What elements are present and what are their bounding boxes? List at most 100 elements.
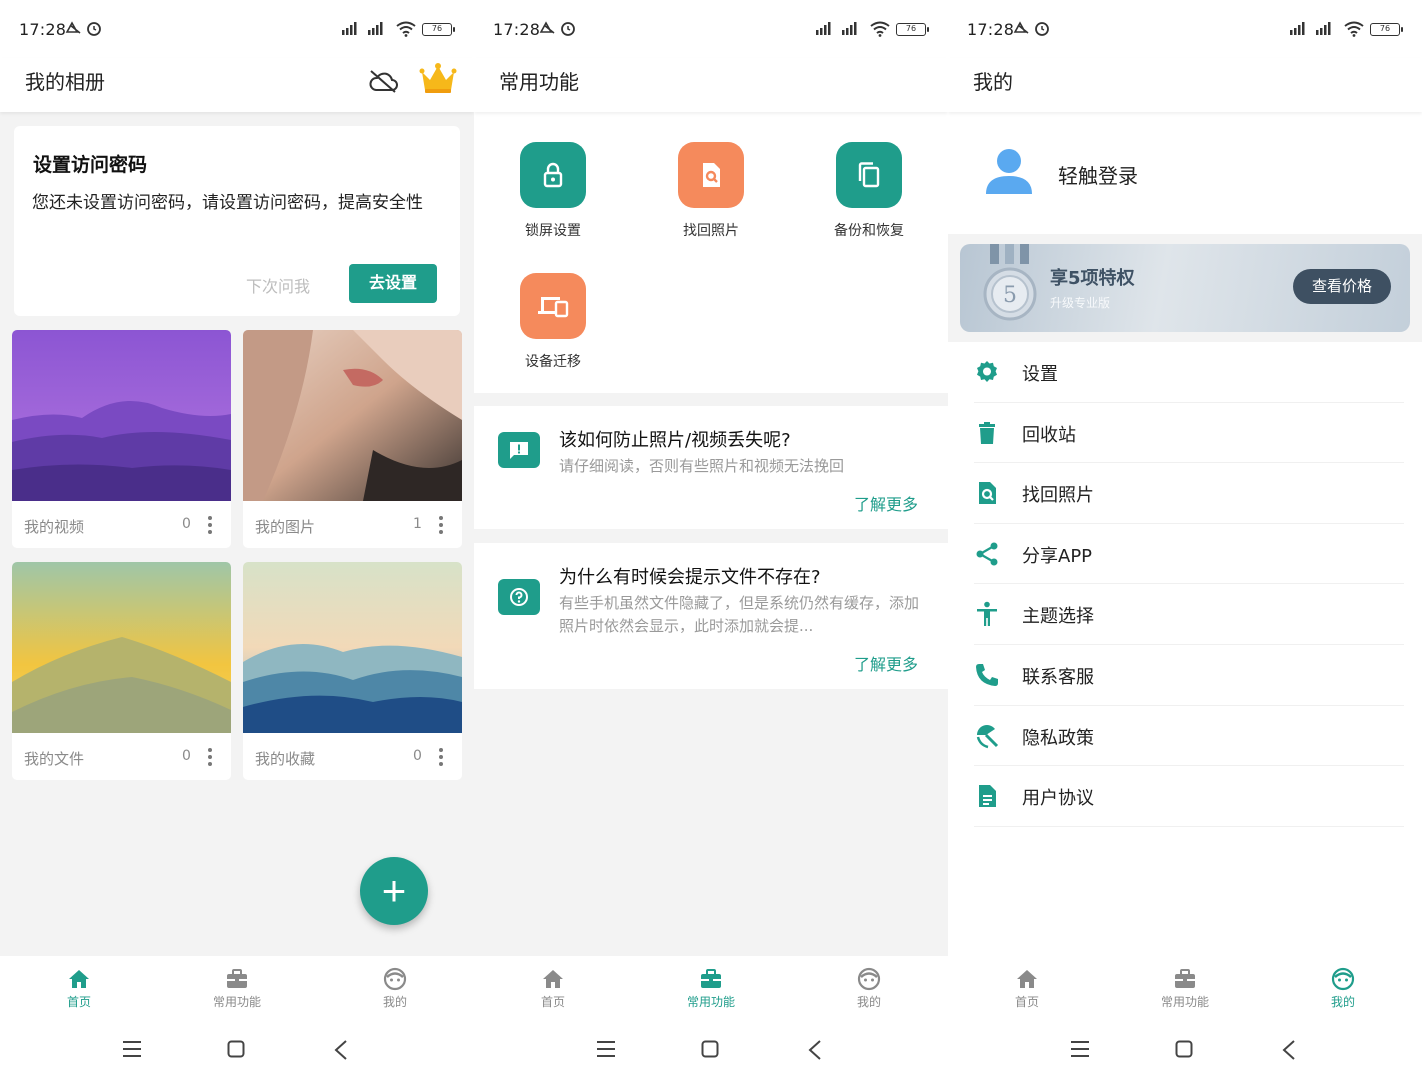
menu-icon[interactable]: [122, 1040, 142, 1058]
system-nav: [948, 1018, 1422, 1080]
faq-answer: 有些手机虽然文件隐藏了，但是系统仍然有缓存，添加照片时依然会显示，此时添加就会提…: [559, 594, 920, 635]
menu-icon[interactable]: [596, 1040, 616, 1058]
menu-label: 用户协议: [1022, 788, 1094, 810]
tab-functions[interactable]: 常用功能: [1106, 956, 1264, 1018]
signal-icon: [1290, 22, 1331, 35]
ask-later-button[interactable]: 下次问我: [246, 273, 310, 297]
status-time: 17:28: [19, 20, 67, 39]
album-pictures[interactable]: 我的图片 1: [243, 330, 462, 548]
bottom-nav: 首页 常用功能 我的: [948, 956, 1422, 1018]
faq-question: 为什么有时候会提示文件不存在?: [559, 567, 821, 588]
lock-icon: [520, 142, 586, 208]
back-icon[interactable]: [334, 1040, 348, 1060]
faq-card[interactable]: 该如何防止照片/视频丢失呢? 请仔细阅读，否则有些照片和视频无法挽回 了解更多: [474, 406, 948, 529]
function-label: 备份和恢复: [834, 223, 904, 239]
app-bar: 我的: [948, 58, 1422, 112]
album-videos[interactable]: 我的视频 0: [12, 330, 231, 548]
system-nav: [0, 1018, 474, 1080]
settings-menu: 设置 回收站 找回照片 分享APP 主题选择 联系客服 隐私政策 用户协议: [948, 342, 1422, 827]
function-lock-screen[interactable]: 锁屏设置: [488, 142, 618, 240]
album-favorites[interactable]: 我的收藏 0: [243, 562, 462, 780]
signal-icon: [342, 22, 383, 35]
devices-icon: [520, 273, 586, 339]
password-card-title: 设置访问密码: [33, 154, 148, 176]
function-recover-photos[interactable]: 找回照片: [646, 142, 776, 240]
wifi-icon: [1344, 21, 1364, 37]
file-search-icon: [678, 142, 744, 208]
vip-banner[interactable]: 5 享5项特权 升级专业版 查看价格: [960, 244, 1410, 332]
battery-indicator: 76: [422, 22, 455, 36]
avatar: [986, 149, 1032, 194]
briefcase-icon: [701, 969, 721, 988]
status-right: 76: [816, 21, 929, 37]
function-label: 找回照片: [683, 223, 739, 239]
tab-functions[interactable]: 常用功能: [632, 956, 790, 1018]
menu-item-recover-photos[interactable]: 找回照片: [974, 463, 1404, 524]
share-icon: [976, 542, 998, 566]
tab-home[interactable]: 首页: [0, 956, 158, 1018]
home-square-icon[interactable]: [1175, 1040, 1193, 1058]
tab-home[interactable]: 首页: [948, 956, 1106, 1018]
tab-mine[interactable]: 我的: [790, 956, 948, 1018]
function-grid: 锁屏设置 找回照片 备份和恢复 设备迁移: [474, 112, 948, 393]
cloud-off-icon[interactable]: [367, 68, 399, 94]
phone-icon: [976, 663, 998, 686]
menu-item-settings[interactable]: 设置: [974, 342, 1404, 403]
more-vert-icon[interactable]: [435, 746, 447, 768]
document-icon: [979, 785, 996, 808]
menu-item-theme[interactable]: 主题选择: [974, 584, 1404, 645]
add-album-button[interactable]: +: [360, 857, 428, 925]
tab-mine[interactable]: 我的: [316, 956, 474, 1018]
screen-home: 17:28 76 我的相册 设置访问密码 您还未设置访问密码，请设置访问密码，提…: [0, 0, 474, 1080]
wifi-icon: [870, 21, 890, 37]
faq-card[interactable]: 为什么有时候会提示文件不存在? 有些手机虽然文件隐藏了，但是系统仍然有缓存，添加…: [474, 543, 948, 689]
medal-icon: 5: [983, 244, 1037, 321]
album-files[interactable]: 我的文件 0: [12, 562, 231, 780]
menu-label: 找回照片: [1022, 485, 1094, 507]
trash-icon: [979, 421, 995, 444]
password-card-desc: 您还未设置访问密码，请设置访问密码，提高安全性: [32, 193, 423, 213]
function-backup-restore[interactable]: 备份和恢复: [804, 142, 934, 240]
signal-icon: [816, 22, 857, 35]
login-row[interactable]: 轻触登录: [948, 112, 1422, 234]
tab-home[interactable]: 首页: [474, 956, 632, 1018]
home-square-icon[interactable]: [227, 1040, 245, 1058]
back-icon[interactable]: [1282, 1040, 1296, 1060]
go-setup-button[interactable]: 去设置: [349, 264, 437, 303]
menu-icon[interactable]: [1070, 1040, 1090, 1058]
menu-label: 设置: [1022, 364, 1058, 385]
function-device-migration[interactable]: 设备迁移: [488, 273, 618, 371]
status-time: 17:28: [493, 20, 541, 39]
status-bar: 17:28 76: [0, 0, 474, 58]
menu-item-privacy[interactable]: 隐私政策: [974, 706, 1404, 767]
album-count: 0: [182, 516, 191, 532]
menu-item-trash[interactable]: 回收站: [974, 403, 1404, 464]
help-icon: [498, 579, 540, 615]
more-vert-icon[interactable]: [204, 746, 216, 768]
learn-more-link[interactable]: 了解更多: [854, 651, 918, 675]
menu-item-support[interactable]: 联系客服: [974, 645, 1404, 706]
tab-mine[interactable]: 我的: [1264, 956, 1422, 1018]
back-icon[interactable]: [808, 1040, 822, 1060]
battery-indicator: 76: [1370, 22, 1403, 36]
menu-item-share[interactable]: 分享APP: [974, 524, 1404, 585]
page-title: 常用功能: [499, 70, 579, 94]
learn-more-link[interactable]: 了解更多: [854, 491, 918, 515]
home-icon: [543, 970, 563, 988]
notification-icons: [538, 19, 578, 41]
album-count: 0: [182, 748, 191, 764]
home-square-icon[interactable]: [701, 1040, 719, 1058]
accessibility-icon: [977, 602, 997, 627]
more-vert-icon[interactable]: [204, 514, 216, 536]
view-price-button[interactable]: 查看价格: [1293, 269, 1391, 304]
wifi-icon: [396, 21, 416, 37]
crown-icon[interactable]: [418, 62, 458, 96]
page-title: 我的相册: [25, 70, 105, 94]
battery-indicator: 76: [896, 22, 929, 36]
menu-item-agreement[interactable]: 用户协议: [974, 766, 1404, 827]
status-right: 76: [1290, 21, 1403, 37]
tab-functions[interactable]: 常用功能: [158, 956, 316, 1018]
more-vert-icon[interactable]: [435, 514, 447, 536]
menu-label: 隐私政策: [1022, 727, 1094, 749]
tab-label: 首页: [540, 995, 565, 1009]
